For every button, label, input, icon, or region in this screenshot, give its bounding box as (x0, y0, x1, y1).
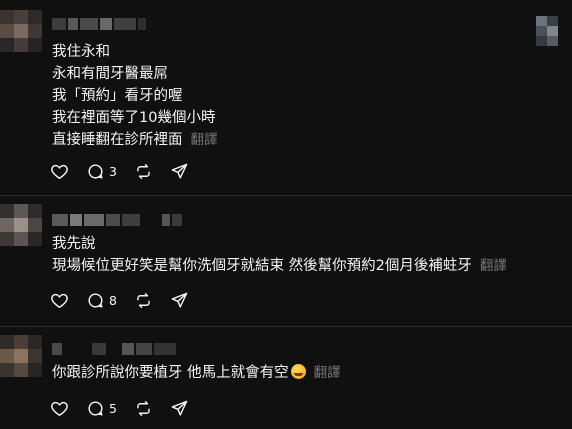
grinning-face-emoji (290, 364, 306, 379)
comment-icon (88, 164, 103, 179)
action-bar: 8 (50, 291, 206, 310)
post-line-last: 直接睡翻在診所裡面 翻譯 (52, 129, 218, 151)
share-button[interactable] (170, 162, 189, 181)
repost-button[interactable] (134, 399, 153, 418)
post-line-last: 現場候位更好笑是幫你洗個牙就結束 然後幫你預約2個月後補蛀牙 翻譯 (52, 255, 507, 277)
heart-icon (51, 164, 68, 179)
like-button[interactable] (50, 162, 69, 181)
post-body: 我先說 現場候位更好笑是幫你洗個牙就結束 然後幫你預約2個月後補蛀牙 翻譯 (52, 233, 507, 277)
comment-icon (88, 401, 103, 416)
translate-button[interactable]: 翻譯 (480, 258, 507, 274)
share-icon (171, 292, 188, 308)
post-line: 我在裡面等了10幾個小時 (52, 110, 216, 126)
post-body: 你跟診所說你要植牙 他馬上就會有空 翻譯 (52, 362, 341, 384)
heart-icon (51, 401, 68, 416)
repost-button[interactable] (134, 291, 153, 310)
action-bar: 5 (50, 399, 206, 418)
reply-button[interactable]: 3 (86, 162, 117, 181)
reply-button[interactable]: 8 (86, 291, 117, 310)
reply-count: 8 (109, 293, 117, 308)
avatar[interactable] (0, 10, 44, 54)
reply-count: 5 (109, 401, 117, 416)
post-line: 你跟診所說你要植牙 他馬上就會有空 (52, 365, 289, 381)
post-line: 現場候位更好笑是幫你洗個牙就結束 然後幫你預約2個月後補蛀牙 (52, 258, 472, 274)
avatar[interactable] (0, 335, 44, 379)
avatar[interactable] (0, 204, 44, 248)
reply-count: 3 (109, 164, 117, 179)
repost-icon (137, 164, 150, 179)
share-icon (171, 400, 188, 416)
share-button[interactable] (170, 399, 189, 418)
comment-icon (88, 293, 103, 308)
post-line: 直接睡翻在診所裡面 (52, 132, 183, 148)
reply-button[interactable]: 5 (86, 399, 117, 418)
username-blurred[interactable] (52, 343, 176, 355)
thread-post-2: 我先說 現場候位更好笑是幫你洗個牙就結束 然後幫你預約2個月後補蛀牙 翻譯 8 (0, 196, 572, 326)
post-line-last: 你跟診所說你要植牙 他馬上就會有空 翻譯 (52, 362, 341, 384)
post-body: 我住永和 永和有間牙醫最屌 我「預約」看牙的喔 我在裡面等了10幾個小時 直接睡… (52, 41, 218, 151)
heart-icon (51, 293, 68, 308)
repost-icon (137, 401, 150, 416)
repost-button[interactable] (134, 162, 153, 181)
username-blurred[interactable] (52, 214, 182, 226)
thread-post-1: 我住永和 永和有間牙醫最屌 我「預約」看牙的喔 我在裡面等了10幾個小時 直接睡… (0, 0, 572, 195)
repost-icon (137, 293, 150, 308)
action-bar: 3 (50, 162, 206, 181)
post-line: 我先說 (52, 236, 96, 252)
share-icon (171, 163, 188, 179)
username-blurred[interactable] (52, 18, 146, 30)
thread-post-3: 你跟診所說你要植牙 他馬上就會有空 翻譯 5 (0, 327, 572, 429)
more-options-blurred[interactable] (536, 16, 558, 46)
post-line: 我「預約」看牙的喔 (52, 88, 183, 104)
post-line: 永和有間牙醫最屌 (52, 66, 168, 82)
like-button[interactable] (50, 399, 69, 418)
translate-button[interactable]: 翻譯 (314, 365, 341, 381)
like-button[interactable] (50, 291, 69, 310)
post-line: 我住永和 (52, 44, 110, 60)
share-button[interactable] (170, 291, 189, 310)
translate-button[interactable]: 翻譯 (191, 132, 218, 148)
